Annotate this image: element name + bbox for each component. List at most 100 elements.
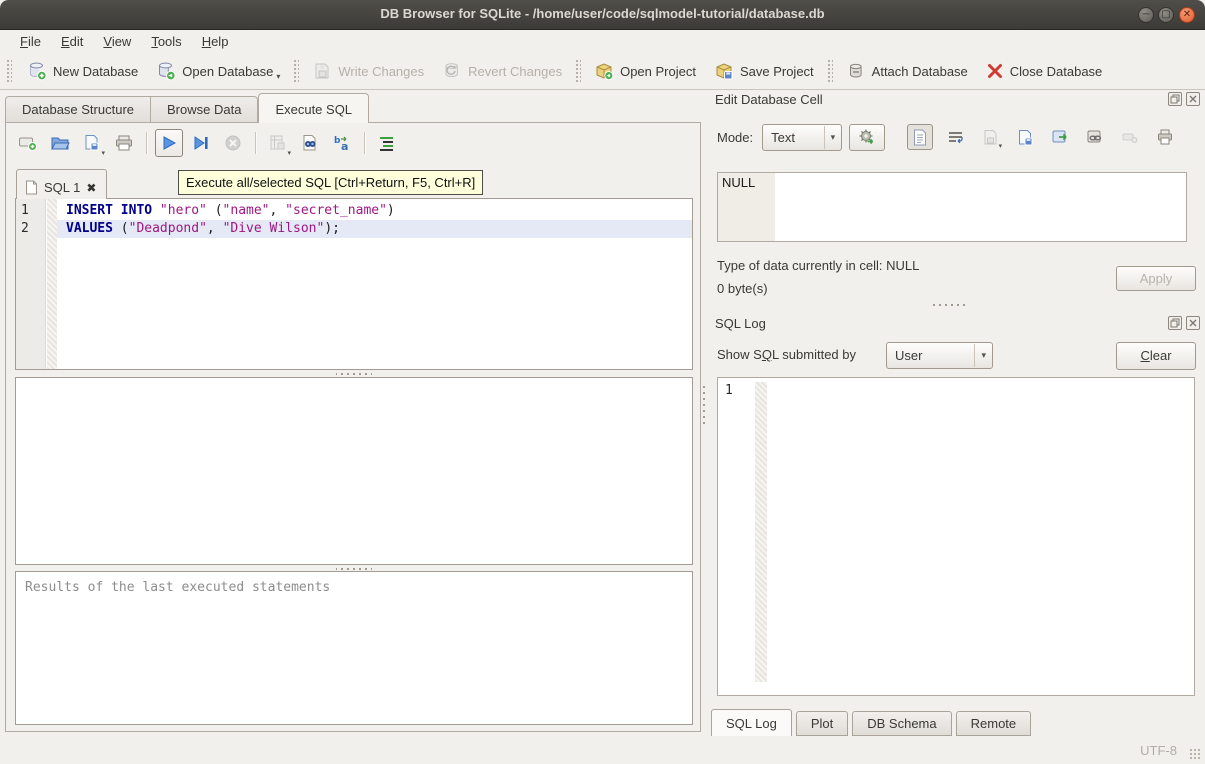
mode-combobox[interactable]: Text ▾ bbox=[762, 124, 842, 151]
sql-log-close-icon[interactable] bbox=[1186, 316, 1200, 330]
svg-text:a: a bbox=[341, 140, 348, 152]
close-database-button[interactable]: Close Database bbox=[977, 58, 1112, 84]
save-sql-dropdown-icon[interactable]: ▾ bbox=[101, 149, 105, 157]
word-wrap-icon[interactable] bbox=[942, 124, 968, 150]
sql-toolbar-separator bbox=[255, 132, 256, 154]
toolbar-separator bbox=[575, 59, 581, 83]
sql-code-line: 1INSERT INTO "hero" ("name", "secret_nam… bbox=[16, 202, 692, 220]
tab-db-schema[interactable]: DB Schema bbox=[852, 711, 951, 736]
export-results-button[interactable]: ▾ bbox=[264, 129, 292, 157]
sql-log-float-icon[interactable] bbox=[1168, 316, 1182, 330]
write-changes-label: Write Changes bbox=[338, 64, 424, 79]
new-sql-tab-button[interactable] bbox=[14, 129, 42, 157]
import-cell-data-icon[interactable] bbox=[1012, 124, 1038, 150]
open-project-button[interactable]: Open Project bbox=[585, 57, 705, 85]
log-line-number: 1 bbox=[718, 382, 755, 400]
save-sql-file-button[interactable]: ▾ bbox=[78, 129, 106, 157]
dock-splitter[interactable] bbox=[931, 303, 967, 308]
sql-toolbar-separator bbox=[364, 132, 365, 154]
maximize-icon[interactable]: ▢ bbox=[1158, 7, 1174, 23]
new-database-label: New Database bbox=[53, 64, 138, 79]
cell-size-info: 0 byte(s) bbox=[717, 281, 768, 296]
stop-sql-button[interactable] bbox=[219, 129, 247, 157]
sql-code-lines: 1INSERT INTO "hero" ("name", "secret_nam… bbox=[16, 202, 692, 238]
save-cell-icon[interactable]: ▾ bbox=[977, 124, 1003, 150]
main-toolbar: New Database Open Database ▾ Write Chang… bbox=[0, 53, 1205, 90]
menu-help[interactable]: Help bbox=[192, 31, 239, 52]
results-table-pane[interactable] bbox=[15, 377, 693, 565]
tab-sql-log[interactable]: SQL Log bbox=[711, 709, 792, 736]
open-project-label: Open Project bbox=[620, 64, 696, 79]
open-database-dropdown-icon[interactable]: ▾ bbox=[276, 72, 280, 81]
toolbar-grip[interactable] bbox=[6, 59, 12, 83]
cell-link-icon[interactable] bbox=[1082, 124, 1108, 150]
log-filter-label: Show SQL submitted by bbox=[717, 347, 856, 362]
titlebar: DB Browser for SQLite - /home/user/code/… bbox=[0, 0, 1205, 30]
sql1-tab[interactable]: SQL 1 ✖ bbox=[16, 169, 107, 199]
save-project-label: Save Project bbox=[740, 64, 814, 79]
open-database-button[interactable]: Open Database ▾ bbox=[147, 57, 289, 85]
bottom-tab-bar: SQL Log Plot DB Schema Remote bbox=[711, 709, 1031, 736]
tab-remote[interactable]: Remote bbox=[956, 711, 1032, 736]
print-button[interactable] bbox=[110, 129, 138, 157]
right-panel: Edit Database Cell Mode: Text ▾ ▾ bbox=[705, 90, 1202, 737]
menu-tools[interactable]: Tools bbox=[141, 31, 191, 52]
main-tab-bar: Database Structure Browse Data Execute S… bbox=[5, 96, 369, 123]
minimize-icon[interactable]: ─ bbox=[1138, 7, 1154, 23]
sql1-tab-close-icon[interactable]: ✖ bbox=[86, 182, 96, 194]
log-filter-combobox[interactable]: User ▾ bbox=[886, 342, 993, 369]
close-icon[interactable]: ✕ bbox=[1179, 7, 1195, 23]
svg-text:b: b bbox=[334, 136, 341, 146]
app-window: DB Browser for SQLite - /home/user/code/… bbox=[0, 0, 1205, 764]
line-number: 2 bbox=[16, 220, 47, 238]
tab-database-structure[interactable]: Database Structure bbox=[5, 96, 150, 123]
find-in-sql-button[interactable] bbox=[296, 129, 324, 157]
cell-mode-row: Mode: Text ▾ ▾ bbox=[717, 123, 1192, 151]
attach-database-button[interactable]: Attach Database bbox=[837, 57, 977, 85]
cell-editor-icons: ▾ bbox=[907, 124, 1178, 150]
editor-results-splitter[interactable] bbox=[336, 371, 372, 376]
tab-browse-data[interactable]: Browse Data bbox=[150, 96, 258, 123]
format-sql-button[interactable] bbox=[373, 129, 401, 157]
mode-caret-icon: ▾ bbox=[824, 126, 836, 149]
text-document-icon[interactable] bbox=[907, 124, 933, 150]
find-replace-button[interactable]: ba bbox=[328, 129, 356, 157]
menu-edit[interactable]: Edit bbox=[51, 31, 93, 52]
execute-sql-button[interactable] bbox=[155, 129, 183, 157]
new-database-button[interactable]: New Database bbox=[18, 57, 147, 85]
save-project-button[interactable]: Save Project bbox=[705, 57, 823, 85]
sql-editor[interactable]: 1INSERT INTO "hero" ("name", "secret_nam… bbox=[15, 198, 693, 370]
revert-changes-button[interactable]: Revert Changes bbox=[433, 57, 571, 85]
resize-grip[interactable] bbox=[1189, 748, 1201, 760]
edit-cell-close-icon[interactable] bbox=[1186, 92, 1200, 106]
sql-toolbar-separator bbox=[146, 132, 147, 154]
menu-file[interactable]: File bbox=[10, 31, 51, 52]
results-placeholder: Results of the last executed statements bbox=[16, 572, 692, 595]
export-cell-data-icon[interactable] bbox=[1047, 124, 1073, 150]
tab-execute-sql[interactable]: Execute SQL bbox=[258, 93, 369, 123]
apply-button[interactable]: Apply bbox=[1116, 266, 1196, 291]
tab-plot[interactable]: Plot bbox=[796, 711, 848, 736]
log-line: 1 bbox=[718, 382, 1194, 400]
execute-current-line-button[interactable] bbox=[187, 129, 215, 157]
menu-view[interactable]: View bbox=[93, 31, 141, 52]
cell-editor-box[interactable]: NULL bbox=[717, 172, 1187, 242]
sql-log-box[interactable]: 1 bbox=[717, 377, 1195, 696]
sql-log-title: SQL Log bbox=[715, 316, 766, 331]
log-filter-value: User bbox=[895, 348, 922, 363]
results-message-pane[interactable]: Results of the last executed statements bbox=[15, 571, 693, 725]
attach-database-label: Attach Database bbox=[872, 64, 968, 79]
mode-value: Text bbox=[771, 130, 795, 145]
auto-switch-mode-button[interactable] bbox=[849, 124, 885, 151]
mode-label: Mode: bbox=[717, 130, 753, 145]
save-project-icon bbox=[714, 61, 734, 81]
write-changes-button[interactable]: Write Changes bbox=[303, 57, 433, 85]
open-sql-file-button[interactable] bbox=[46, 129, 74, 157]
edit-cell-float-icon[interactable] bbox=[1168, 92, 1182, 106]
open-project-icon bbox=[594, 61, 614, 81]
clear-log-button[interactable]: Clear bbox=[1116, 342, 1196, 370]
export-results-dropdown-icon[interactable]: ▾ bbox=[287, 149, 291, 157]
edit-cell-title: Edit Database Cell bbox=[715, 92, 823, 107]
null-cell-icon[interactable] bbox=[1117, 124, 1143, 150]
print-cell-icon[interactable] bbox=[1152, 124, 1178, 150]
